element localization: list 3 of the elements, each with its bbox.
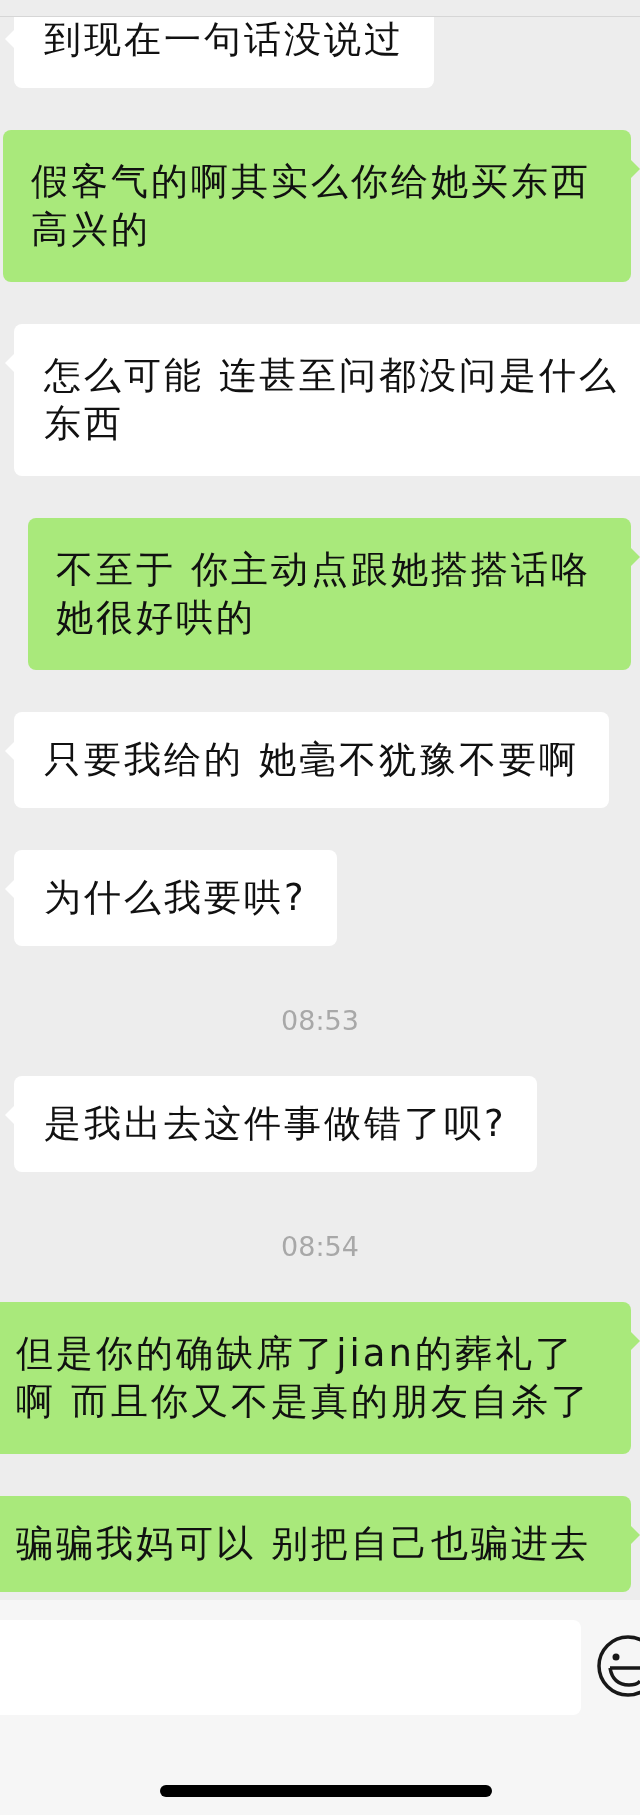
smiley-icon[interactable] <box>595 1633 640 1699</box>
timestamp: 08:54 <box>281 1230 359 1262</box>
timestamp: 08:53 <box>281 1004 359 1036</box>
